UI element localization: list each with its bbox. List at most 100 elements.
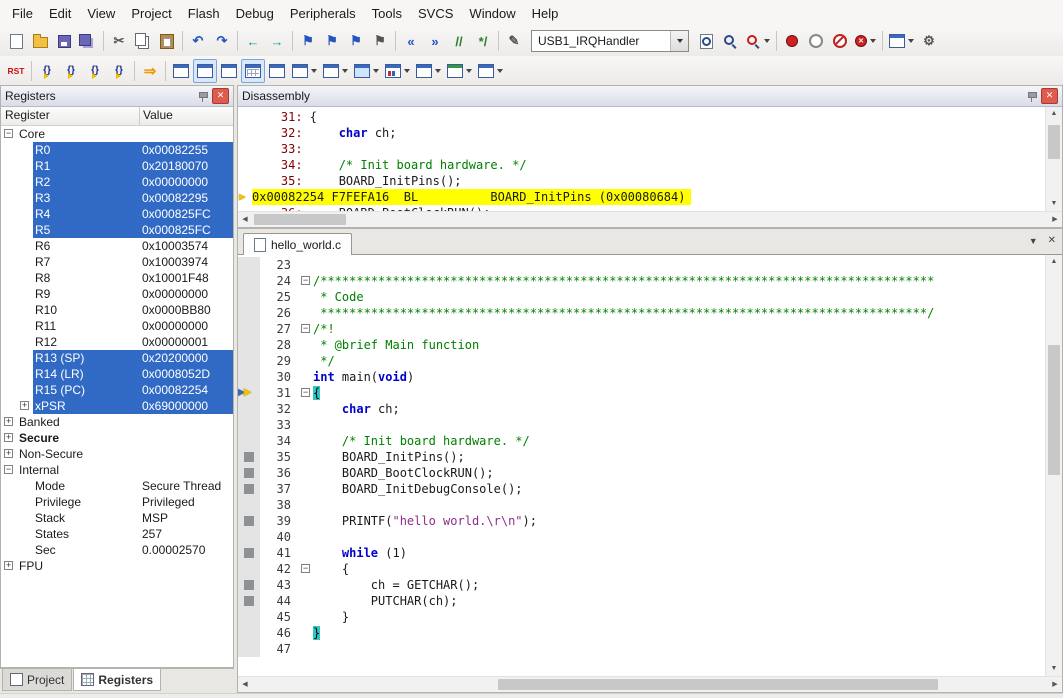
code-line[interactable]: 45 } [238,609,1045,625]
register-row[interactable]: PrivilegePrivileged [1,494,233,510]
fold-toggle-icon[interactable] [301,276,310,285]
scroll-up-button[interactable] [1046,255,1062,269]
disassembly-line[interactable]: 34: /* Init board hardware. */ [238,157,1045,173]
indent-button[interactable]: » [423,29,447,53]
expand-icon[interactable]: + [4,561,13,570]
code-line[interactable]: 27/*! [238,321,1045,337]
register-row[interactable]: R90x00000000 [1,286,233,302]
breakpoint-gutter[interactable] [238,641,260,657]
register-row[interactable]: R70x10003974 [1,254,233,270]
fold-toggle-icon[interactable] [301,388,310,397]
code-line[interactable]: ▶▶31{ [238,385,1045,401]
editor-vertical-scrollbar[interactable] [1045,255,1062,676]
scrollbar-thumb[interactable] [1048,345,1060,475]
code-line[interactable]: 37 BOARD_InitDebugConsole(); [238,481,1045,497]
scroll-up-button[interactable] [1046,107,1062,121]
disassembly-lines[interactable]: 31: { 32: char ch; 33: 34: /* Init board… [238,107,1045,211]
open-file-button[interactable] [28,29,52,53]
uncomment-selection-button[interactable]: */ [471,29,495,53]
expand-icon[interactable]: + [4,449,13,458]
code-line[interactable]: 46} [238,625,1045,641]
breakpoint-gutter[interactable]: ▶▶ [238,385,260,401]
memory-window-button[interactable] [320,59,351,83]
menu-peripherals[interactable]: Peripherals [282,1,364,26]
breakpoint-gutter[interactable] [238,481,260,497]
code-line[interactable]: 25 * Code [238,289,1045,305]
code-line[interactable]: 29 */ [238,353,1045,369]
kill-all-breakpoints-button[interactable] [852,29,879,53]
breakpoint-gutter[interactable] [238,497,260,513]
scroll-right-button[interactable] [1048,212,1062,227]
breakpoint-gutter[interactable] [238,545,260,561]
paste-button[interactable] [155,29,179,53]
trace-window-button[interactable] [413,59,444,83]
code-line[interactable]: 42 { [238,561,1045,577]
disassembly-window-button[interactable] [193,59,217,83]
menu-help[interactable]: Help [524,1,567,26]
code-line[interactable]: 43 ch = GETCHAR(); [238,577,1045,593]
register-row[interactable]: +xPSR0x69000000 [1,398,233,414]
fold-toggle-icon[interactable] [301,564,310,573]
edit-document-button[interactable]: ✎ [502,29,526,53]
step-out-button[interactable]: {} [83,59,107,83]
code-line[interactable]: 24/*************************************… [238,273,1045,289]
menu-edit[interactable]: Edit [41,1,79,26]
window-layouts-button[interactable] [886,29,917,53]
new-file-button[interactable] [4,29,28,53]
redo-button[interactable]: ↷ [210,29,234,53]
system-viewer-window-button[interactable] [444,59,475,83]
breakpoint-gutter[interactable] [238,337,260,353]
toolbox-window-button[interactable] [475,59,506,83]
scroll-right-button[interactable] [1048,677,1062,692]
code-editor[interactable]: 2324/***********************************… [238,255,1045,676]
register-row[interactable]: R50x000825FC [1,222,233,238]
menu-tools[interactable]: Tools [364,1,410,26]
breakpoint-gutter[interactable] [238,305,260,321]
breakpoint-gutter[interactable] [238,433,260,449]
register-row[interactable]: R13 (SP)0x20200000 [1,350,233,366]
incremental-find-button[interactable] [742,29,773,53]
breakpoint-gutter[interactable] [238,321,260,337]
breakpoint-gutter[interactable] [238,257,260,273]
register-row[interactable]: R80x10001F48 [1,270,233,286]
collapse-icon[interactable]: − [4,129,13,138]
tab-list-dropdown-icon[interactable] [1029,236,1038,246]
code-line[interactable]: 26 *************************************… [238,305,1045,321]
register-row[interactable]: +Secure [1,430,233,446]
undo-button[interactable]: ↶ [186,29,210,53]
code-line[interactable]: 41 while (1) [238,545,1045,561]
register-row[interactable]: +Non-Secure [1,446,233,462]
register-row[interactable]: R100x0000BB80 [1,302,233,318]
scroll-down-button[interactable] [1046,197,1062,211]
scrollbar-thumb[interactable] [498,679,938,690]
find-in-files-button[interactable] [694,29,718,53]
registers-window-button[interactable] [241,59,265,83]
editor-horizontal-scrollbar[interactable] [238,676,1062,692]
copy-button[interactable] [131,29,155,53]
menu-window[interactable]: Window [461,1,523,26]
breakpoint-gutter[interactable] [238,465,260,481]
configure-tools-button[interactable]: ⚙ [917,29,941,53]
menu-project[interactable]: Project [123,1,179,26]
register-row[interactable]: R14 (LR)0x0008052D [1,366,233,382]
register-row[interactable]: States257 [1,526,233,542]
code-line[interactable]: 35 BOARD_InitPins(); [238,449,1045,465]
run-to-cursor-line-button[interactable]: {} [107,59,131,83]
scrollbar-thumb[interactable] [254,214,346,225]
breakpoint-gutter[interactable] [238,609,260,625]
register-column-label[interactable]: Register [1,107,140,125]
menu-file[interactable]: File [4,1,41,26]
call-stack-window-button[interactable] [265,59,289,83]
breakpoint-gutter[interactable] [238,369,260,385]
menu-debug[interactable]: Debug [228,1,282,26]
register-row[interactable]: R20x00000000 [1,174,233,190]
breakpoint-gutter[interactable] [238,513,260,529]
step-over-button[interactable]: {} [59,59,83,83]
navigate-forward-button[interactable]: → [265,29,289,53]
code-line[interactable]: 40 [238,529,1045,545]
register-row[interactable]: R40x000825FC [1,206,233,222]
save-button[interactable] [52,29,76,53]
menu-view[interactable]: View [79,1,123,26]
workspace-tab-project[interactable]: Project [2,669,72,691]
disassembly-current-line[interactable]: ▶0x00082254 F7FEFA16 BL BOARD_InitPins (… [238,189,1045,205]
